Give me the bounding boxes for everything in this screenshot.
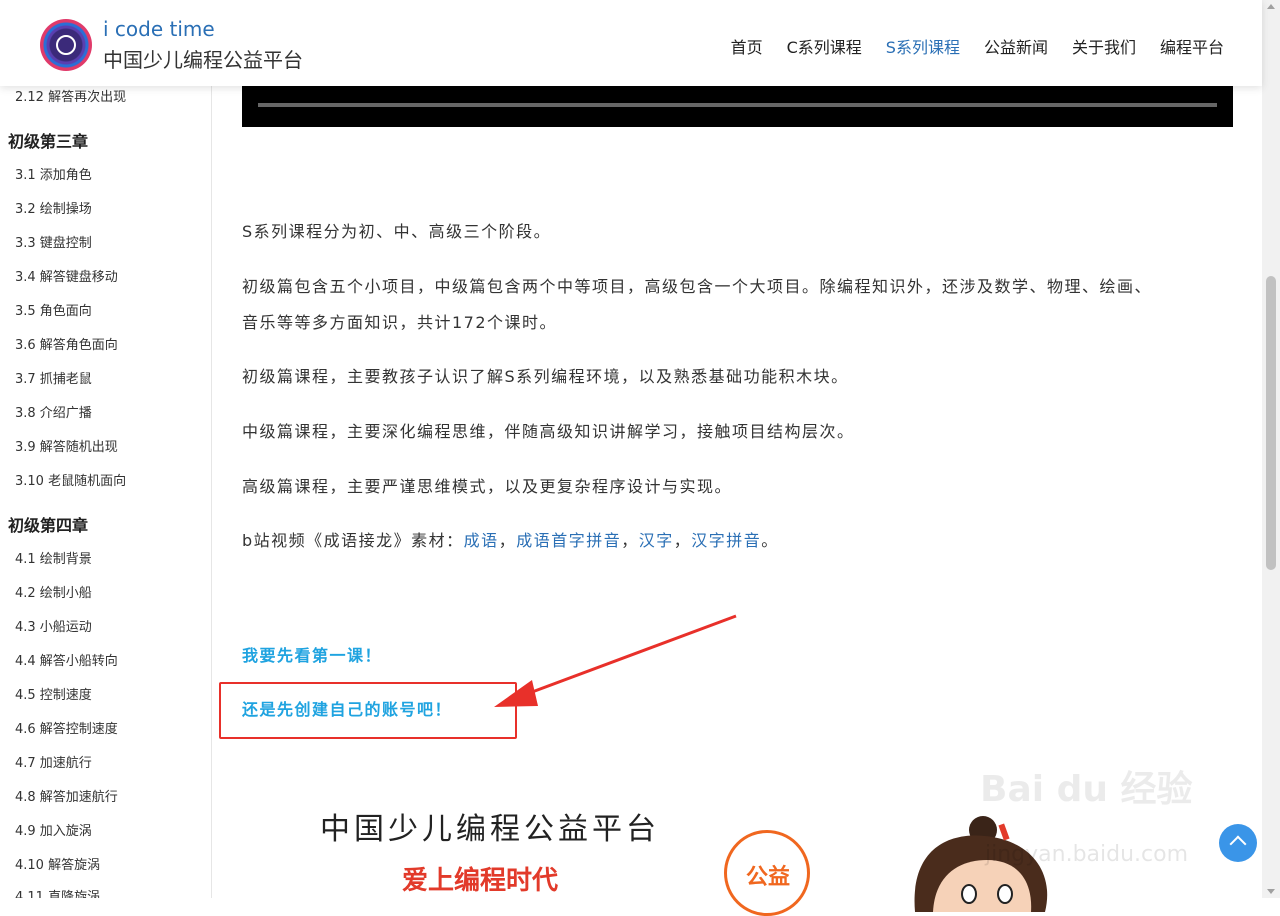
sidebar-item-4-6[interactable]: 4.6 解答控制速度: [15, 718, 118, 737]
page-scrollbar[interactable]: [1262, 0, 1280, 898]
intermediate-paragraph: 中级篇课程，主要深化编程思维，伴随高级知识讲解学习，接触项目结构层次。: [242, 422, 855, 441]
sidebar-item-3-10[interactable]: 3.10 老鼠随机面向: [15, 470, 126, 489]
sidebar-item-4-10[interactable]: 4.10 解答旋涡: [15, 854, 100, 873]
nav-home[interactable]: 首页: [731, 34, 763, 58]
sidebar-item-2-12[interactable]: 2.12 解答再次出现: [15, 86, 126, 105]
annotation-highlight-box: [219, 682, 517, 739]
first-lesson-link[interactable]: 我要先看第一课！: [242, 642, 382, 666]
banner-subtitle: 爱上编程时代: [402, 866, 559, 896]
sidebar-item-3-5[interactable]: 3.5 角色面向: [15, 300, 92, 319]
materials-prefix: b站视频《成语接龙》素材：: [242, 531, 464, 550]
scroll-thumb[interactable]: [1266, 276, 1276, 570]
beginner-paragraph: 初级篇课程，主要教孩子认识了解S系列编程环境，以及熟悉基础功能积木块。: [242, 367, 849, 386]
video-player[interactable]: [242, 86, 1233, 127]
advanced-paragraph: 高级篇课程，主要严谨思维模式，以及更复杂程序设计与实现。: [242, 477, 733, 496]
sidebar-item-4-1[interactable]: 4.1 绘制背景: [15, 548, 92, 567]
course-sidebar: 2.12 解答再次出现 初级第三章 3.1 添加角色 3.2 绘制操场 3.3 …: [0, 86, 212, 898]
sidebar-item-4-2[interactable]: 4.2 绘制小船: [15, 582, 92, 601]
back-to-top-button[interactable]: [1219, 824, 1257, 862]
brand-chinese[interactable]: 中国少儿编程公益平台: [103, 44, 303, 73]
sidebar-item-3-2[interactable]: 3.2 绘制操场: [15, 198, 92, 217]
link-hanzi[interactable]: 汉字: [639, 531, 674, 550]
chapter-heading-4: 初级第四章: [8, 516, 89, 535]
sidebar-item-3-6[interactable]: 3.6 解答角色面向: [15, 334, 118, 353]
nav-s-series[interactable]: S系列课程: [886, 34, 960, 58]
nav-about[interactable]: 关于我们: [1072, 34, 1136, 58]
banner-title: 中国少儿编程公益平台: [320, 812, 660, 847]
scroll-down-icon[interactable]: [1267, 889, 1275, 894]
separator: ，: [498, 531, 517, 550]
link-idioms[interactable]: 成语: [464, 531, 499, 550]
scroll-up-icon[interactable]: [1267, 4, 1275, 9]
sidebar-item-3-7[interactable]: 3.7 抓捕老鼠: [15, 368, 92, 387]
video-progress-bar[interactable]: [258, 103, 1217, 107]
sidebar-item-3-3[interactable]: 3.3 键盘控制: [15, 232, 92, 251]
sidebar-item-3-1[interactable]: 3.1 添加角色: [15, 164, 92, 183]
sidebar-item-3-4[interactable]: 3.4 解答键盘移动: [15, 266, 118, 285]
period: 。: [761, 531, 779, 550]
intro-paragraph: S系列课程分为初、中、高级三个阶段。: [242, 222, 552, 241]
nav-news[interactable]: 公益新闻: [984, 34, 1048, 58]
site-logo-icon[interactable]: [40, 19, 92, 71]
link-hanzi-pinyin[interactable]: 汉字拼音: [691, 531, 761, 550]
arrow-up-icon: [1229, 835, 1247, 853]
watermark-url: jingyan.baidu.com: [985, 842, 1189, 867]
site-header: i code time 中国少儿编程公益平台 首页 C系列课程 S系列课程 公益…: [0, 0, 1262, 86]
chapter-heading-3: 初级第三章: [8, 132, 89, 151]
main-nav: 首页 C系列课程 S系列课程 公益新闻 关于我们 编程平台: [731, 34, 1224, 58]
sidebar-item-4-3[interactable]: 4.3 小船运动: [15, 616, 92, 635]
overview-paragraph-line1: 初级篇包含五个小项目，中级篇包含两个中等项目，高级包含一个大项目。除编程知识外，…: [242, 277, 1153, 296]
logo-ring: [56, 35, 76, 55]
sidebar-item-4-7[interactable]: 4.7 加速航行: [15, 752, 92, 771]
annotation-arrow-icon: [494, 614, 737, 707]
materials-paragraph: b站视频《成语接龙》素材：成语，成语首字拼音，汉字，汉字拼音。: [242, 531, 779, 551]
charity-badge: 公益: [724, 830, 810, 916]
overview-paragraph-line2: 音乐等等多方面知识，共计172个课时。: [242, 313, 558, 332]
watermark-logo: Bai du 经验: [980, 769, 1193, 810]
sidebar-item-4-11[interactable]: 4.11 直降旋涡: [15, 886, 100, 898]
sidebar-item-4-5[interactable]: 4.5 控制速度: [15, 684, 92, 703]
sidebar-item-3-9[interactable]: 3.9 解答随机出现: [15, 436, 118, 455]
nav-c-series[interactable]: C系列课程: [787, 34, 862, 58]
link-idiom-pinyin[interactable]: 成语首字拼音: [516, 531, 621, 550]
nav-platform[interactable]: 编程平台: [1160, 34, 1224, 58]
charity-badge-label: 公益: [745, 865, 790, 890]
separator: ，: [621, 531, 639, 550]
brand-english[interactable]: i code time: [103, 17, 215, 41]
sidebar-item-3-8[interactable]: 3.8 介绍广播: [15, 402, 92, 421]
sidebar-item-4-4[interactable]: 4.4 解答小船转向: [15, 650, 118, 669]
sidebar-item-4-9[interactable]: 4.9 加入旋涡: [15, 820, 92, 839]
sidebar-item-4-8[interactable]: 4.8 解答加速航行: [15, 786, 118, 805]
separator: ，: [673, 531, 692, 550]
